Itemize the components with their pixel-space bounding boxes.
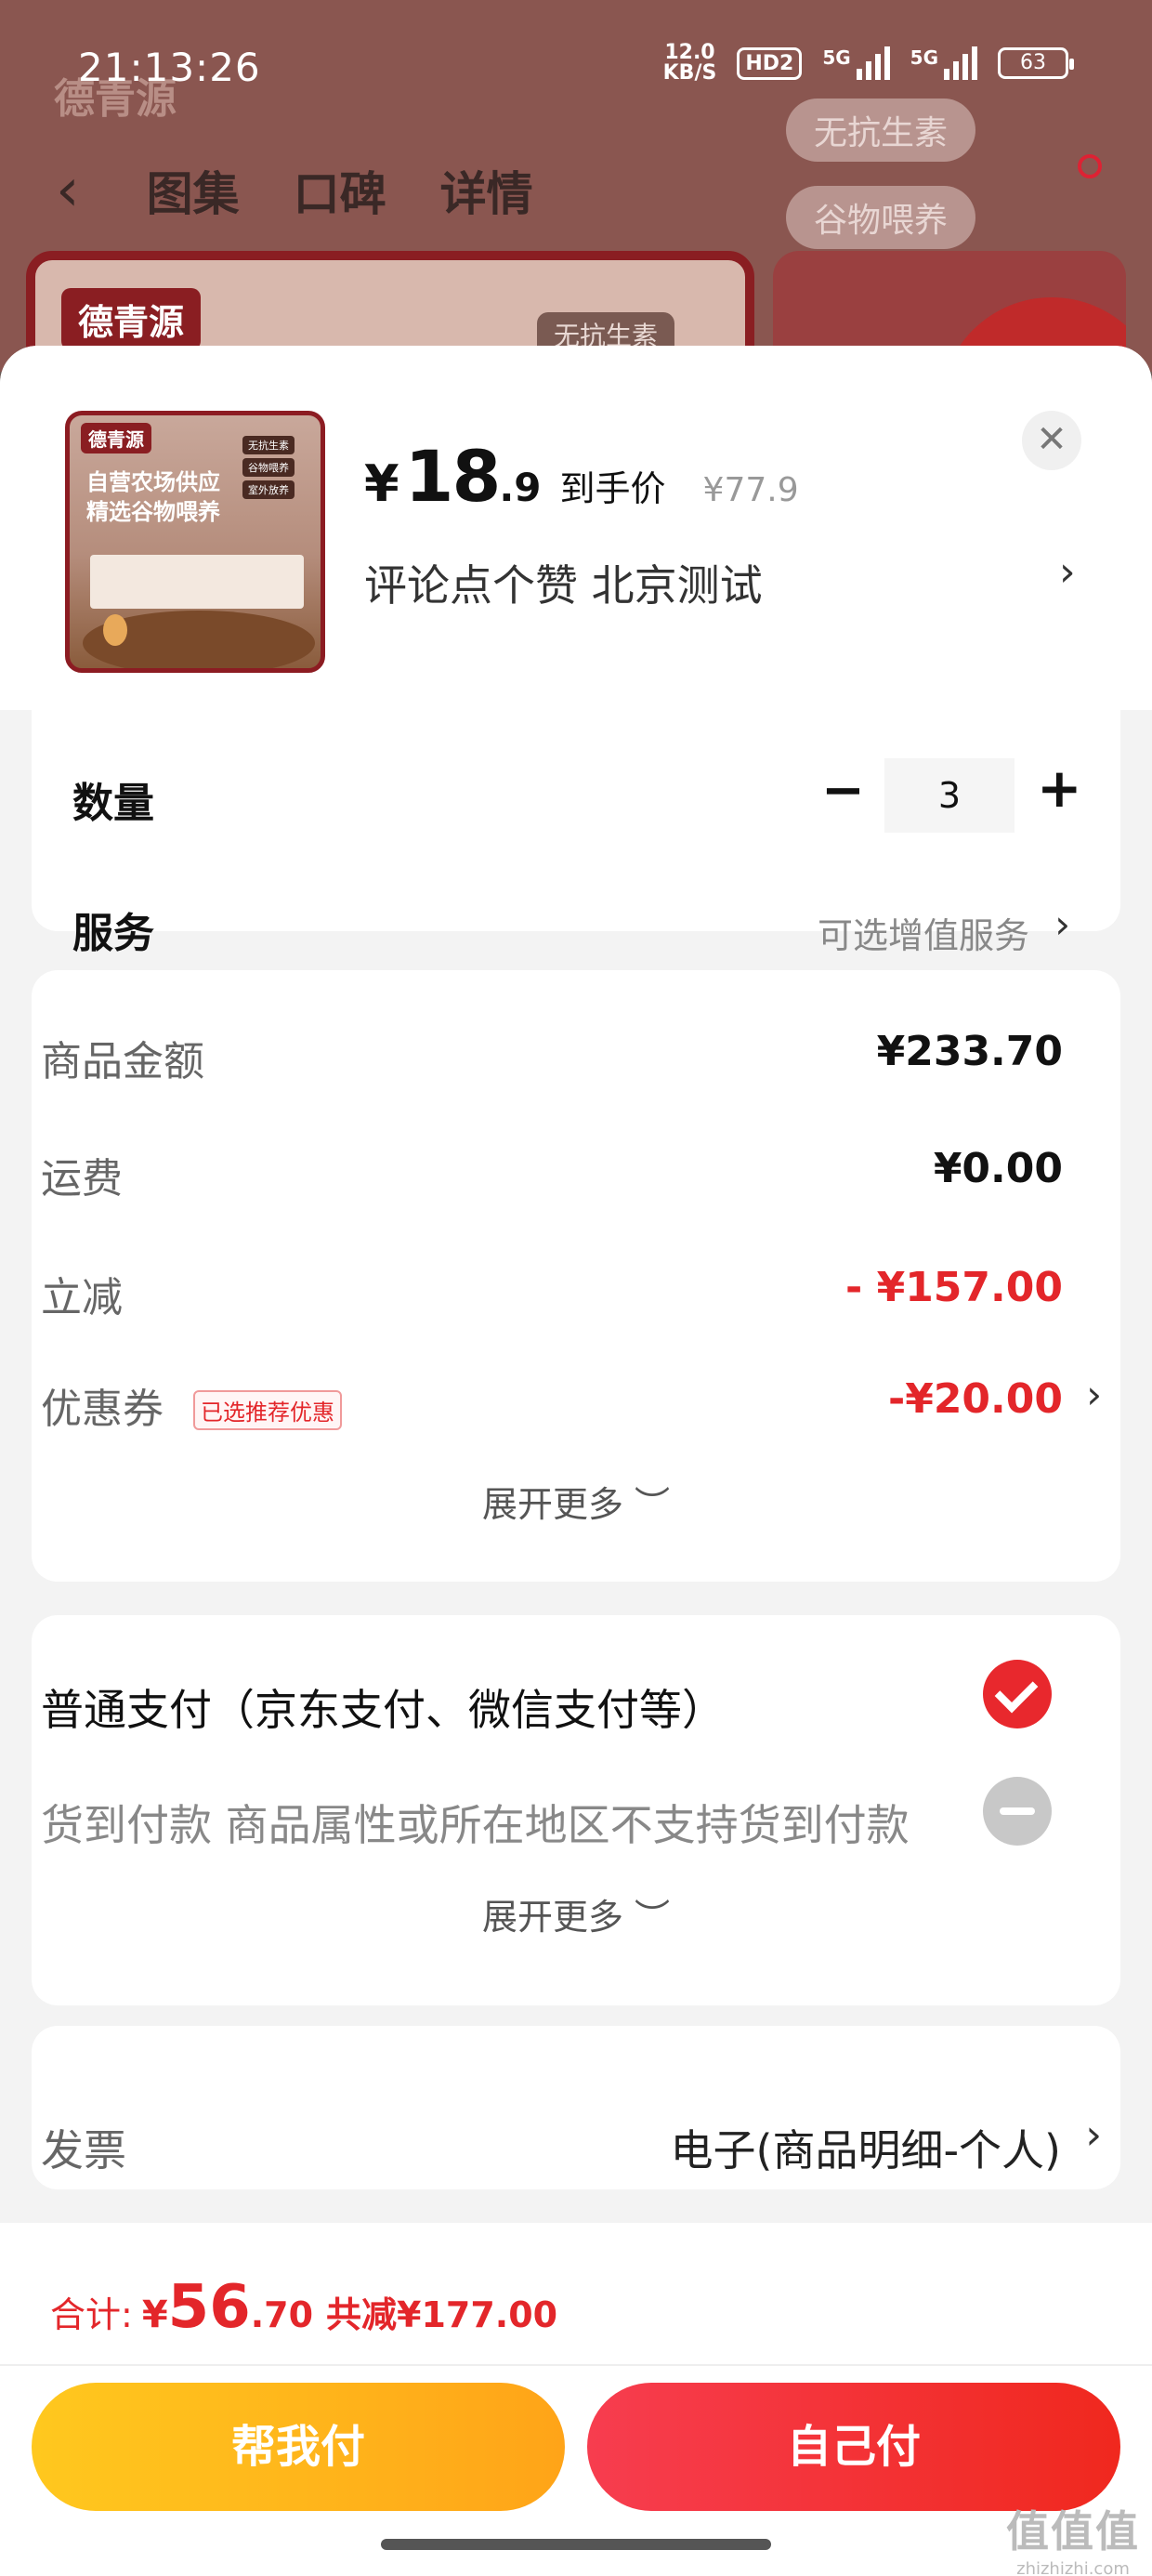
tab-gallery: 图集 [146, 167, 240, 221]
invoice-label: 发票 [41, 2125, 126, 2175]
payment-option-normal[interactable]: 普通支付（京东支付、微信支付等） [41, 1676, 725, 1738]
price-currency: ¥ [364, 454, 399, 513]
original-price: ¥77.9 [702, 471, 799, 509]
quantity-input[interactable]: 3 [884, 758, 1015, 833]
net-speed: 12.0 KB/S [662, 41, 717, 85]
status-time: 21:13:26 [78, 45, 261, 90]
disabled-minus-icon [983, 1777, 1052, 1846]
quantity-label: 数量 [72, 780, 154, 827]
tab-details: 详情 [439, 167, 533, 221]
self-pay-button[interactable]: 自己付 [587, 2383, 1120, 2511]
notification-dot-icon [1078, 154, 1102, 178]
product-thumbnail[interactable]: 德青源 自营农场供应 精选谷物喂养 无抗生素 谷物喂养 室外放养 [65, 411, 325, 673]
banner-brand: 德青源 [61, 288, 202, 350]
watermark-logo: 值值值 zhizhizhi.com [1006, 2506, 1140, 2576]
close-icon: ✕ [1036, 418, 1067, 461]
product-header: 德青源 自营农场供应 精选谷物喂养 无抗生素 谷物喂养 室外放养 ¥ 18 .9… [0, 346, 1152, 710]
thumb-tag: 无抗生素 [242, 436, 295, 454]
thumb-brand: 德青源 [81, 423, 151, 453]
signal-icon: 5G [822, 46, 890, 80]
coupon-value[interactable]: -¥20.00 [888, 1375, 1063, 1423]
shipping-label: 运费 [41, 1155, 123, 1203]
signal-icon: 5G [910, 46, 977, 80]
options-card: 数量 − 3 + 服务 可选增值服务 › [32, 680, 1120, 957]
service-label: 服务 [72, 910, 154, 957]
payment-expand-more[interactable]: 展开更多 ︶ [32, 1888, 1120, 1939]
status-icons: 12.0 KB/S HD2 5G 5G 63 [662, 41, 1074, 85]
thumb-tag: 谷物喂养 [242, 458, 295, 477]
quantity-increase-button[interactable]: + [1037, 756, 1082, 820]
coupon-badge: 已选推荐优惠 [193, 1390, 342, 1430]
total-decimal: .70 [250, 2294, 314, 2335]
battery-icon: 63 [998, 47, 1074, 79]
status-bar: 21:13:26 12.0 KB/S HD2 5G 5G 63 [0, 0, 1152, 130]
price-row: ¥ 18 .9 到手价 ¥77.9 [364, 435, 799, 518]
background-nav: ‹ 图集 口碑 详情 [56, 156, 533, 225]
chevron-down-icon: ︶ [635, 1484, 671, 1525]
total-label: 合计: [50, 2294, 133, 2335]
service-value[interactable]: 可选增值服务 [818, 907, 1029, 958]
goods-amount-value: ¥233.70 [876, 1028, 1063, 1075]
discount-value: - ¥157.00 [845, 1264, 1063, 1311]
coupon-label: 优惠券 [41, 1386, 164, 1433]
goods-amount-label: 商品金额 [41, 1038, 204, 1085]
egg-image [103, 614, 127, 646]
price-label: 到手价 [559, 468, 666, 509]
thumb-line: 精选谷物喂养 [86, 499, 220, 525]
thumb-tags: 无抗生素 谷物喂养 室外放养 [242, 436, 295, 499]
help-pay-button[interactable]: 帮我付 [32, 2383, 565, 2511]
close-button[interactable]: ✕ [1022, 411, 1081, 470]
checkmark-selected-icon[interactable] [983, 1660, 1052, 1728]
total-currency: ¥ [141, 2293, 168, 2336]
chevron-right-icon[interactable]: › [1059, 548, 1076, 596]
fees-expand-more[interactable]: 展开更多 ︶ [32, 1476, 1120, 1527]
back-arrow-icon: ‹ [56, 156, 80, 225]
price-integer: 18 [404, 435, 502, 518]
quantity-decrease-button[interactable]: − [821, 760, 865, 821]
thumb-line: 自营农场供应 [86, 469, 220, 495]
invoice-value[interactable]: 电子(商品明细-个人) [671, 2117, 1062, 2178]
total-saved: 共减¥177.00 [326, 2294, 558, 2335]
price-decimal: .9 [499, 465, 542, 510]
tab-reviews: 口碑 [293, 167, 386, 221]
discount-label: 立减 [41, 1274, 123, 1321]
total-integer: 56 [167, 2273, 251, 2342]
chevron-right-icon[interactable]: › [1054, 901, 1070, 947]
home-indicator[interactable] [381, 2539, 771, 2550]
background-tag: 谷物喂养 [786, 186, 976, 249]
payment-option-cod: 货到付款 商品属性或所在地区不支持货到付款 [41, 1800, 910, 1850]
checkout-footer: 合计: ¥ 56 .70 共减¥177.00 帮我付 自己付 值值值 zhizh… [0, 2223, 1152, 2576]
chevron-right-icon[interactable]: › [1085, 2111, 1102, 2159]
thumb-tag: 室外放养 [242, 480, 295, 499]
chevron-down-icon: ︶ [635, 1897, 671, 1938]
egg-box-image [90, 555, 304, 609]
order-total: 合计: ¥ 56 .70 共减¥177.00 [50, 2273, 557, 2342]
chevron-right-icon[interactable]: › [1086, 1372, 1102, 1417]
shipping-value: ¥0.00 [933, 1145, 1063, 1192]
hd-voice-icon: HD2 [737, 46, 803, 80]
footer-divider [0, 2364, 1152, 2366]
selected-variant[interactable]: 评论点个赞 北京测试 [364, 552, 1089, 613]
